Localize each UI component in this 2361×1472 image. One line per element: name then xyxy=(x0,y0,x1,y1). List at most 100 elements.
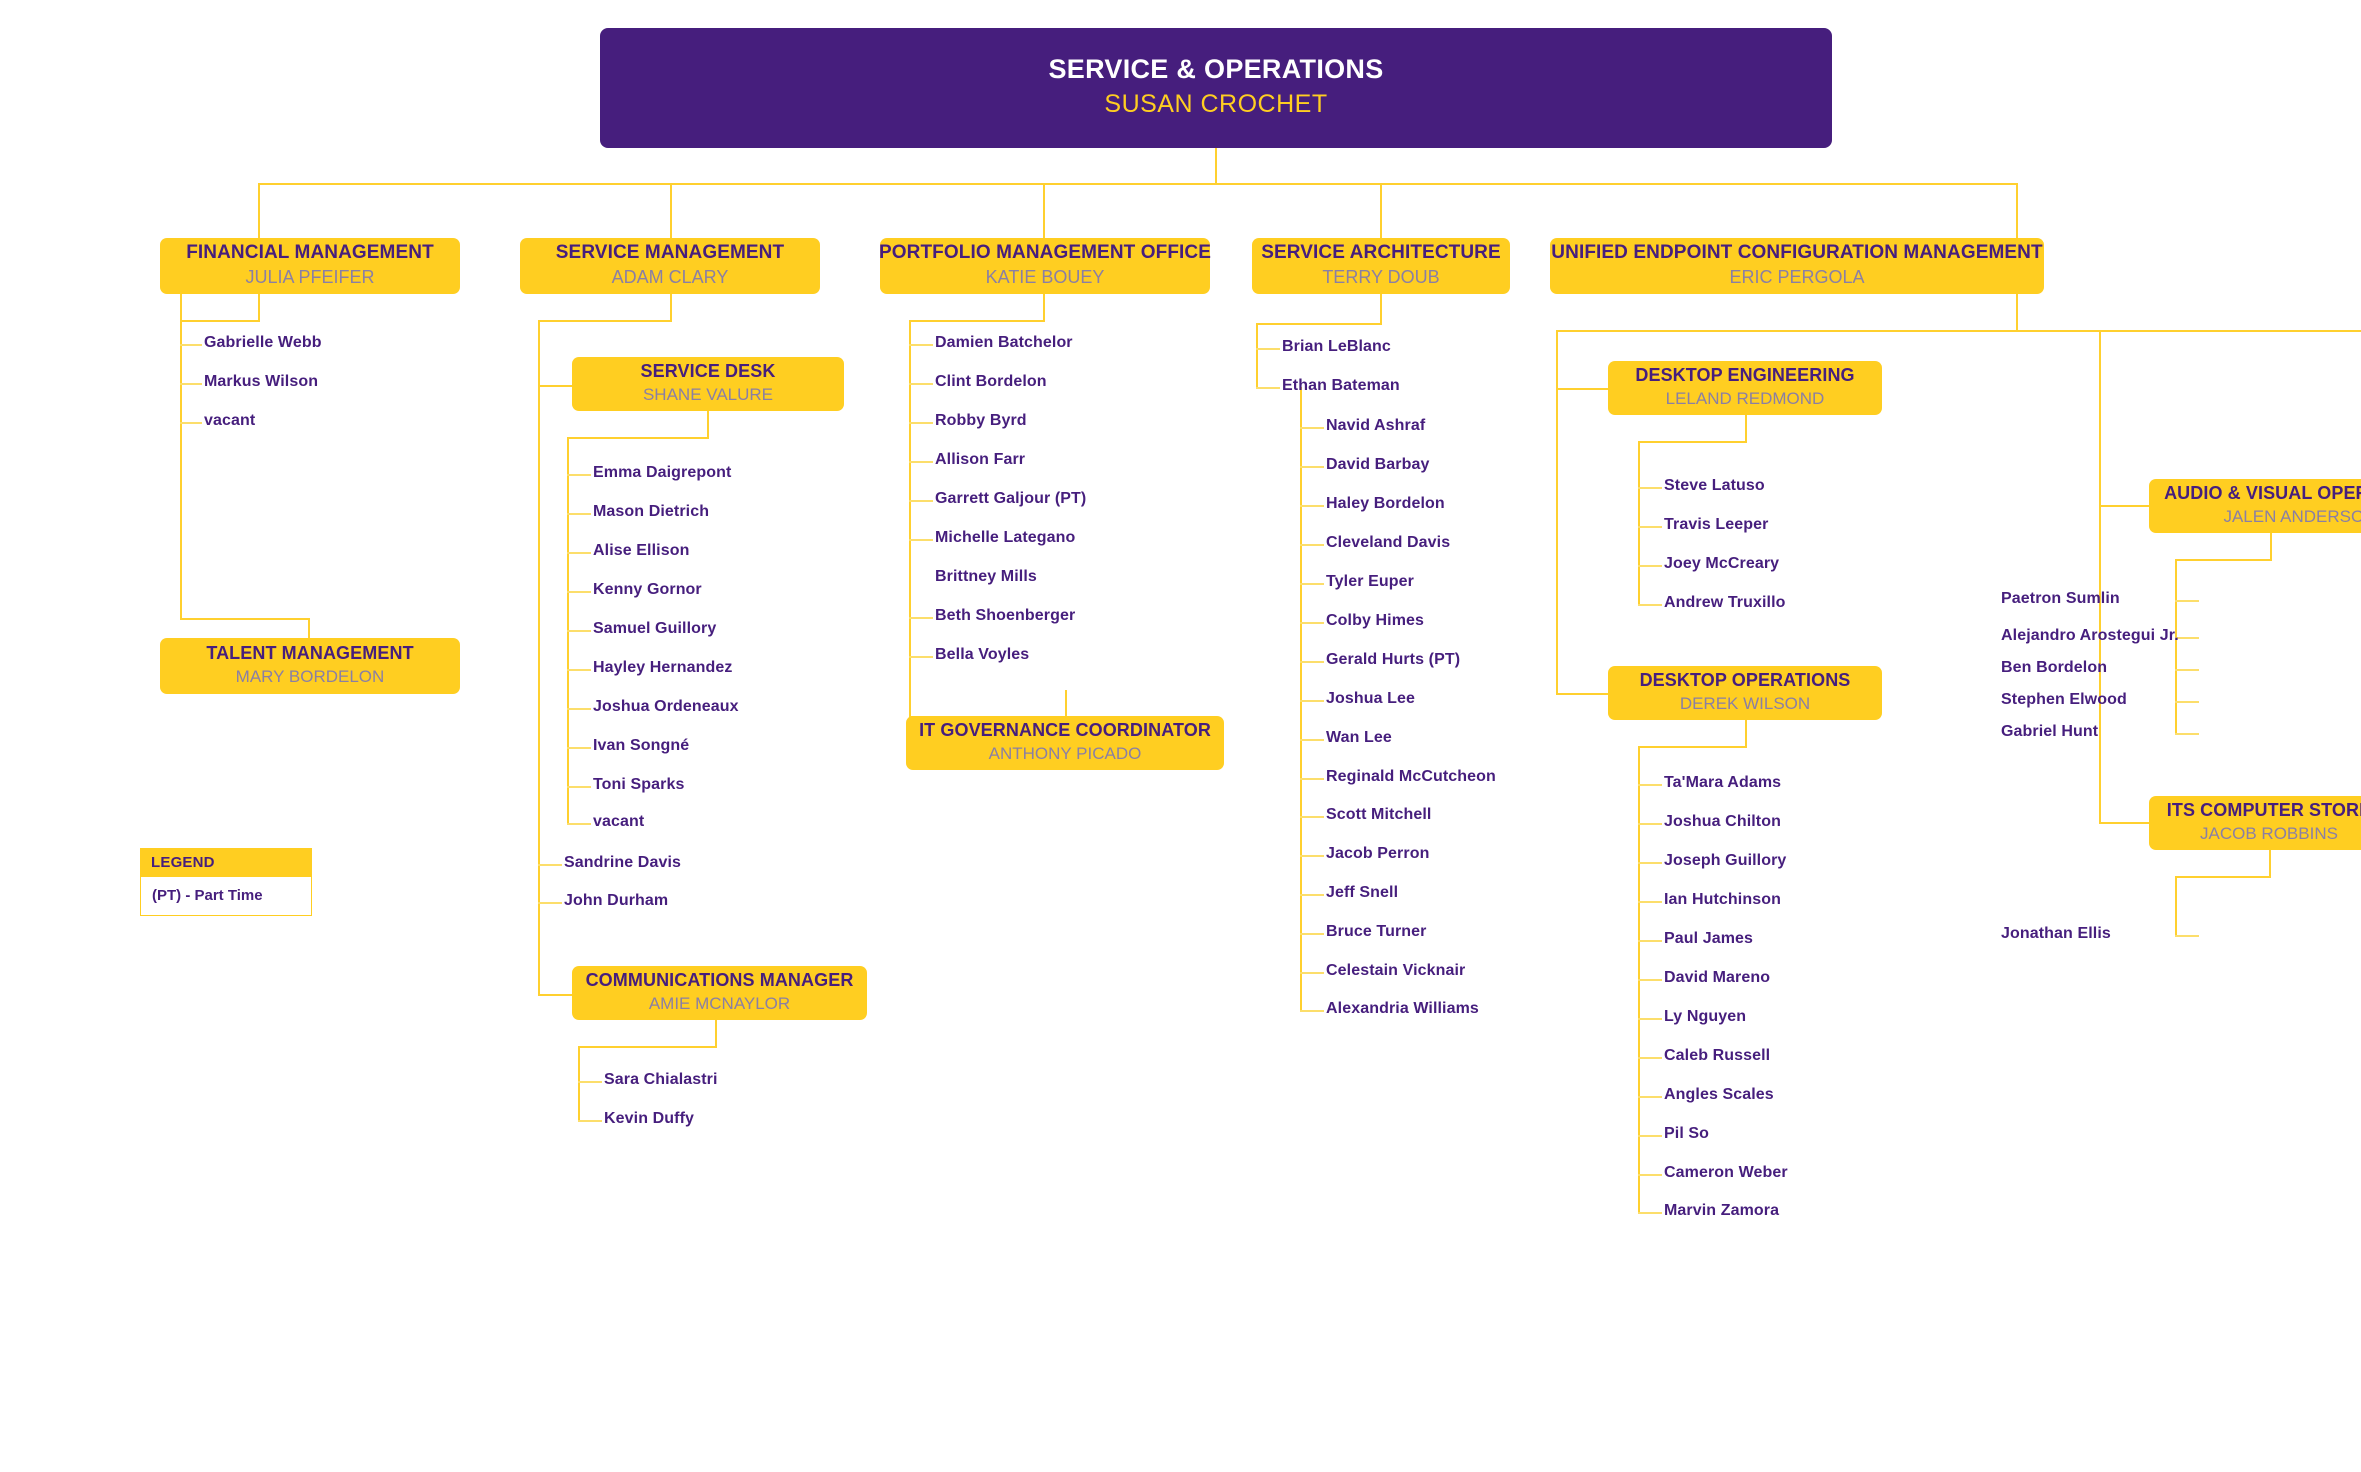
connector-bateman-tick-13 xyxy=(1300,933,1324,935)
list-item: Brittney Mills xyxy=(935,568,1037,585)
list-item: Bruce Turner xyxy=(1326,923,1427,940)
node-title: SERVICE ARCHITECTURE xyxy=(1261,242,1501,264)
connector-bateman-tick-15 xyxy=(1300,1010,1324,1012)
list-item: Stephen Elwood xyxy=(2001,691,2127,708)
connector-sm-tick-sandrine xyxy=(538,864,562,866)
connector-sd-tick-7 xyxy=(567,747,591,749)
node-desktop-operations[interactable]: DESKTOP OPERATIONS DEREK WILSON xyxy=(1608,666,1882,720)
node-person: ERIC PERGOLA xyxy=(1729,266,1865,287)
connector-sa-elbow xyxy=(1256,323,1382,325)
connector-uecm-to-desktop-eng xyxy=(1556,388,1608,390)
node-title: TALENT MANAGEMENT xyxy=(206,643,414,664)
connector-av-tick-2 xyxy=(2175,669,2199,671)
connector-pmo-tick-0 xyxy=(909,344,933,346)
list-item: Bella Voyles xyxy=(935,646,1030,663)
list-item: Gerald Hurts (PT) xyxy=(1326,651,1461,668)
list-item: Markus Wilson xyxy=(204,373,319,390)
node-financial-management[interactable]: FINANCIAL MANAGEMENT JULIA PFEIFER xyxy=(160,238,460,294)
connector-sd-stem xyxy=(707,411,709,437)
node-audio-visual-operations[interactable]: AUDIO & VISUAL OPERATIONS JALEN ANDERSON xyxy=(2149,479,2361,533)
list-item: Scott Mitchell xyxy=(1326,806,1432,823)
node-service-architecture[interactable]: SERVICE ARCHITECTURE TERRY DOUB xyxy=(1252,238,1510,294)
list-item: vacant xyxy=(593,813,645,830)
connector-do-tick-5 xyxy=(1638,979,1662,981)
connector-sm-to-service-desk xyxy=(538,385,572,387)
connector-drop-financial xyxy=(258,183,260,238)
connector-do-tick-9 xyxy=(1638,1135,1662,1137)
connector-fm-tick-0 xyxy=(180,344,202,346)
node-portfolio-management-office[interactable]: PORTFOLIO MANAGEMENT OFFICE KATIE BOUEY xyxy=(879,238,1211,294)
node-service-management[interactable]: SERVICE MANAGEMENT ADAM CLARY xyxy=(520,238,820,294)
connector-fm-stem xyxy=(258,294,260,320)
connector-bateman-tick-2 xyxy=(1300,505,1324,507)
list-item: Travis Leeper xyxy=(1664,516,1769,533)
connector-uecm-bus xyxy=(1556,330,2361,332)
connector-sd-tick-0 xyxy=(567,474,591,476)
connector-do-tick-4 xyxy=(1638,940,1662,942)
node-service-desk[interactable]: SERVICE DESK SHANE VALURE xyxy=(572,357,844,411)
connector-sd-tick-9 xyxy=(567,823,591,825)
list-item: David Barbay xyxy=(1326,456,1430,473)
node-person: JALEN ANDERSON xyxy=(2223,506,2361,526)
connector-av-tick-0 xyxy=(2175,600,2199,602)
connector-av-spine xyxy=(2175,559,2177,733)
node-unified-endpoint-configuration-management[interactable]: UNIFIED ENDPOINT CONFIGURATION MANAGEMEN… xyxy=(1550,238,2044,294)
list-item: Andrew Truxillo xyxy=(1664,594,1786,611)
list-item: Samuel Guillory xyxy=(593,620,717,637)
connector-uecm-right-spine xyxy=(2099,330,2101,822)
node-desktop-engineering[interactable]: DESKTOP ENGINEERING LELAND REDMOND xyxy=(1608,361,1882,415)
list-item: Jacob Perron xyxy=(1326,845,1430,862)
node-its-computer-store[interactable]: ITS COMPUTER STORE JACOB ROBBINS xyxy=(2149,796,2361,850)
connector-sd-tick-3 xyxy=(567,591,591,593)
connector-sa-tick-1 xyxy=(1256,387,1280,389)
connector-fm-tick-1 xyxy=(180,383,202,385)
connector-de-spine xyxy=(1638,441,1640,605)
list-item: Angles Scales xyxy=(1664,1086,1774,1103)
connector-pmo-stem xyxy=(1043,294,1045,320)
connector-drop-service-mgmt xyxy=(670,183,672,238)
connector-do-tick-1 xyxy=(1638,823,1662,825)
connector-pmo-tick-3 xyxy=(909,461,933,463)
list-item: Ta'Mara Adams xyxy=(1664,774,1782,791)
list-item: Michelle Lategano xyxy=(935,529,1076,546)
connector-bateman-tick-6 xyxy=(1300,661,1324,663)
list-item: Gabrielle Webb xyxy=(204,334,322,351)
connector-talent-stem xyxy=(308,618,310,638)
list-item: Emma Daigrepont xyxy=(593,464,732,481)
node-person: MARY BORDELON xyxy=(235,666,385,686)
legend-header: LEGEND xyxy=(140,848,312,877)
list-item: Sandrine Davis xyxy=(564,854,682,871)
connector-av-tick-3 xyxy=(2175,701,2199,703)
connector-uecm-to-av xyxy=(2099,505,2149,507)
node-person: ANTHONY PICADO xyxy=(988,743,1142,763)
connector-sm-spine xyxy=(538,320,540,994)
list-item: Sara Chialastri xyxy=(604,1071,718,1088)
node-title: ITS COMPUTER STORE xyxy=(2166,800,2361,821)
node-person: JULIA PFEIFER xyxy=(245,266,375,287)
connector-bateman-tick-0 xyxy=(1300,427,1324,429)
list-item: Steve Latuso xyxy=(1664,477,1765,494)
node-title: IT GOVERNANCE COORDINATOR xyxy=(919,720,1211,741)
node-title: DESKTOP ENGINEERING xyxy=(1635,365,1855,386)
node-title: SERVICE MANAGEMENT xyxy=(555,242,785,264)
list-item: David Mareno xyxy=(1664,969,1771,986)
legend: LEGEND (PT) - Part Time xyxy=(140,848,312,916)
list-item: Jeff Snell xyxy=(1326,884,1399,901)
node-it-governance-coordinator[interactable]: IT GOVERNANCE COORDINATOR ANTHONY PICADO xyxy=(906,716,1224,770)
node-communications-manager[interactable]: COMMUNICATIONS MANAGER AMIE MCNAYLOR xyxy=(572,966,867,1020)
connector-bateman-tick-4 xyxy=(1300,583,1324,585)
list-item: Robby Byrd xyxy=(935,412,1027,429)
node-person: KATIE BOUEY xyxy=(985,266,1105,287)
node-person: LELAND REDMOND xyxy=(1665,388,1825,408)
connector-sd-tick-2 xyxy=(567,552,591,554)
list-item: Cameron Weber xyxy=(1664,1164,1788,1181)
connector-av-stem xyxy=(2270,533,2272,559)
node-service-and-operations[interactable]: SERVICE & OPERATIONS SUSAN CROCHET xyxy=(600,28,1832,148)
list-item: Alise Ellison xyxy=(593,542,690,559)
list-item: Celestain Vicknair xyxy=(1326,962,1466,979)
list-item: Tyler Euper xyxy=(1326,573,1414,590)
list-item: Paul James xyxy=(1664,930,1754,947)
connector-fm-tick-2 xyxy=(180,422,202,424)
connector-uecm-stem xyxy=(2016,294,2018,330)
node-talent-management[interactable]: TALENT MANAGEMENT MARY BORDELON xyxy=(160,638,460,694)
